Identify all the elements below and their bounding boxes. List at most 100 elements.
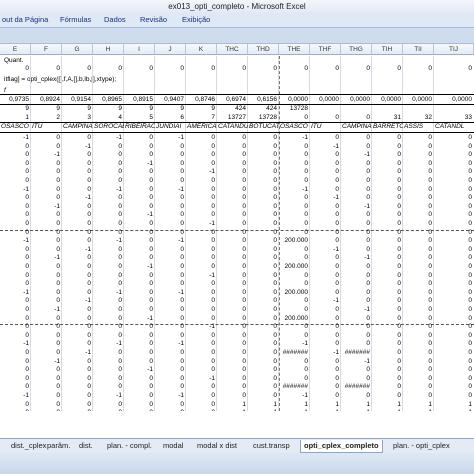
matrix-cell[interactable]: 0 xyxy=(310,366,341,373)
matrix-cell[interactable]: 0 xyxy=(62,263,93,270)
matrix-cell[interactable]: 0 xyxy=(0,203,31,210)
matrix-cell[interactable]: 0 xyxy=(217,229,248,236)
matrix-cell[interactable]: 0 xyxy=(434,246,474,253)
matrix-cell[interactable]: 0 xyxy=(0,297,31,304)
matrix-cell[interactable]: -1 xyxy=(62,246,93,253)
matrix-cell[interactable]: 0 xyxy=(93,203,124,210)
matrix-cell[interactable]: 0 xyxy=(0,349,31,356)
cell[interactable]: 0,8746 xyxy=(186,96,217,103)
matrix-cell[interactable]: 0 xyxy=(217,297,248,304)
matrix-cell[interactable]: -1 xyxy=(93,237,124,244)
matrix-cell[interactable]: 0 xyxy=(31,349,62,356)
cell[interactable]: 0,8924 xyxy=(31,96,62,103)
matrix-cell[interactable]: -1 xyxy=(279,134,310,141)
matrix-cell[interactable]: -1 xyxy=(279,392,310,399)
matrix-cell[interactable]: 0 xyxy=(217,272,248,279)
matrix-cell[interactable]: 0 xyxy=(310,220,341,227)
matrix-cell[interactable]: 0 xyxy=(279,254,310,261)
matrix-cell[interactable]: 0 xyxy=(248,177,279,184)
matrix-cell[interactable]: -1 xyxy=(279,186,310,193)
matrix-cell[interactable]: 0 xyxy=(31,211,62,218)
matrix-cell[interactable]: 0 xyxy=(124,151,155,158)
cell[interactable]: 0 xyxy=(434,65,474,72)
matrix-cell[interactable]: 0 xyxy=(31,340,62,347)
matrix-cell[interactable]: 0 xyxy=(217,237,248,244)
cell[interactable]: SOROCAB xyxy=(93,123,124,130)
matrix-cell[interactable]: 0 xyxy=(186,289,217,296)
matrix-cell[interactable]: 0 xyxy=(93,160,124,167)
matrix-cell[interactable]: 0 xyxy=(403,151,434,158)
matrix-cell[interactable]: 0 xyxy=(310,306,341,313)
matrix-cell[interactable]: 0 xyxy=(248,168,279,175)
matrix-cell[interactable]: 0 xyxy=(62,280,93,287)
matrix-cell[interactable]: 0 xyxy=(0,143,31,150)
matrix-cell[interactable]: 0 xyxy=(217,194,248,201)
matrix-cell[interactable]: 0 xyxy=(186,409,217,411)
cell[interactable]: 0,0000 xyxy=(310,96,341,103)
matrix-cell[interactable]: 0 xyxy=(155,168,186,175)
cell[interactable]: BARRETO xyxy=(372,123,403,130)
matrix-cell[interactable]: 0 xyxy=(341,160,372,167)
matrix-cell[interactable]: 0 xyxy=(279,306,310,313)
matrix-cell[interactable]: 0 xyxy=(0,383,31,390)
matrix-cell[interactable]: 0 xyxy=(310,315,341,322)
matrix-cell[interactable]: 0 xyxy=(372,297,403,304)
matrix-cell[interactable]: 0 xyxy=(93,229,124,236)
ribbon-tab-review[interactable]: Revisão xyxy=(140,13,167,27)
matrix-cell[interactable]: 0 xyxy=(93,280,124,287)
matrix-cell[interactable]: 0 xyxy=(434,211,474,218)
matrix-cell[interactable]: 0 xyxy=(0,280,31,287)
ribbon-tab-data[interactable]: Dados xyxy=(104,13,126,27)
matrix-cell[interactable]: 0 xyxy=(93,151,124,158)
matrix-cell[interactable]: -1 xyxy=(124,315,155,322)
matrix-cell[interactable]: 0 xyxy=(217,177,248,184)
cell[interactable]: CAMPINA xyxy=(62,123,93,130)
matrix-cell[interactable]: 0 xyxy=(93,297,124,304)
matrix-cell[interactable]: 0 xyxy=(310,340,341,347)
matrix-cell[interactable]: 0 xyxy=(434,272,474,279)
matrix-cell[interactable]: 0 xyxy=(31,194,62,201)
tab-plan-opti-cplex[interactable]: plan. - opti_cplex xyxy=(390,440,453,452)
matrix-cell[interactable]: -1 xyxy=(341,203,372,210)
matrix-cell[interactable]: -1 xyxy=(62,297,93,304)
matrix-cell[interactable]: 0 xyxy=(310,358,341,365)
matrix-cell[interactable]: -1 xyxy=(124,263,155,270)
matrix-cell[interactable]: 0 xyxy=(31,229,62,236)
matrix-cell[interactable]: 0 xyxy=(186,280,217,287)
matrix-cell[interactable]: 0 xyxy=(341,194,372,201)
matrix-cell[interactable]: 0 xyxy=(31,168,62,175)
matrix-cell[interactable]: 0 xyxy=(0,168,31,175)
ribbon-tab-formulas[interactable]: Fórmulas xyxy=(60,13,91,27)
matrix-cell[interactable]: 0 xyxy=(310,392,341,399)
matrix-cell[interactable]: 0 xyxy=(403,194,434,201)
matrix-cell[interactable]: 0 xyxy=(93,383,124,390)
matrix-cell[interactable]: 1 xyxy=(403,401,434,408)
cell[interactable]: 9 xyxy=(124,105,155,112)
matrix-cell[interactable]: 0 xyxy=(217,203,248,210)
matrix-cell[interactable]: 0 xyxy=(31,323,62,330)
matrix-cell[interactable]: 0 xyxy=(186,203,217,210)
matrix-cell[interactable]: ####### xyxy=(279,349,310,356)
column-header[interactable]: K xyxy=(186,44,217,55)
matrix-cell[interactable]: 0 xyxy=(124,203,155,210)
matrix-cell[interactable]: -1 xyxy=(155,392,186,399)
cell[interactable]: 0 xyxy=(279,65,310,72)
matrix-cell[interactable]: -1 xyxy=(310,349,341,356)
matrix-cell[interactable]: 0 xyxy=(217,246,248,253)
matrix-cell[interactable]: 0 xyxy=(93,246,124,253)
matrix-cell[interactable]: 0 xyxy=(341,168,372,175)
matrix-cell[interactable]: 0 xyxy=(93,254,124,261)
matrix-cell[interactable]: 1 xyxy=(310,401,341,408)
matrix-cell[interactable]: 0 xyxy=(248,211,279,218)
matrix-cell[interactable]: 0 xyxy=(124,194,155,201)
matrix-cell[interactable]: -1 xyxy=(0,340,31,347)
matrix-cell[interactable]: 0 xyxy=(31,297,62,304)
matrix-cell[interactable]: 0 xyxy=(217,280,248,287)
cell[interactable]: 0 xyxy=(0,65,31,72)
matrix-cell[interactable]: 0 xyxy=(248,246,279,253)
matrix-cell[interactable]: -1 xyxy=(186,220,217,227)
matrix-cell[interactable]: 0 xyxy=(310,160,341,167)
matrix-cell[interactable]: 0 xyxy=(62,375,93,382)
matrix-cell[interactable]: 0 xyxy=(155,297,186,304)
matrix-cell[interactable]: -1 xyxy=(310,143,341,150)
